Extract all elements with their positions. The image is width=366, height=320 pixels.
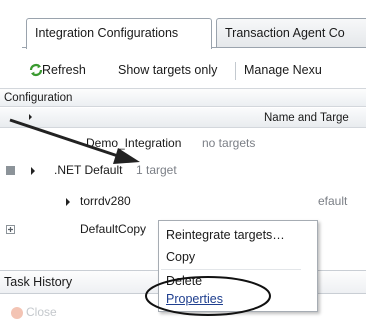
sort-marker-icon	[29, 114, 32, 120]
row-detail: no targets	[202, 136, 256, 150]
row-name: torrdv280	[80, 194, 131, 208]
column-header-name-and-targets[interactable]: Name and Targe	[264, 108, 349, 128]
row-pointer-icon	[31, 167, 35, 175]
row-name: .NET Default	[54, 163, 123, 177]
close-task-button[interactable]: Close	[26, 305, 57, 319]
expand-icon[interactable]	[6, 225, 15, 234]
table-row[interactable]: Demo_Integration no targets	[0, 132, 366, 155]
row-name: DefaultCopy	[80, 222, 147, 236]
column-header-row: Name and Targe	[0, 108, 366, 128]
row-detail: efault	[318, 194, 348, 208]
collapse-icon[interactable]	[6, 166, 15, 175]
menu-item-properties[interactable]: Properties	[163, 288, 223, 310]
row-name: Demo_Integration	[86, 136, 182, 150]
row-pointer-icon	[66, 198, 70, 206]
configuration-group-header: Configuration	[0, 88, 366, 107]
menu-item-reintegrate-targets[interactable]: Reintegrate targets…	[163, 224, 285, 246]
table-row[interactable]: .NET Default 1 target	[0, 159, 366, 182]
tab-transaction-agent[interactable]: Transaction Agent Co	[216, 18, 366, 48]
tab-integration-configurations[interactable]: Integration Configurations	[26, 18, 212, 49]
show-targets-only-button[interactable]: Show targets only	[118, 56, 217, 84]
refresh-label: Refresh	[42, 63, 86, 77]
toolbar: Refresh Show targets only Manage Nexu	[22, 56, 366, 84]
context-menu: Reintegrate targets… Copy Delete Propert…	[158, 220, 318, 312]
close-circle-icon	[11, 307, 23, 319]
plus-icon	[8, 227, 13, 232]
menu-item-copy[interactable]: Copy	[163, 246, 195, 268]
manage-nexus-button[interactable]: Manage Nexu	[244, 56, 322, 84]
row-detail: 1 target	[136, 163, 177, 177]
table-row[interactable]: torrdv280 efault	[0, 190, 366, 213]
toolbar-separator	[235, 62, 236, 80]
